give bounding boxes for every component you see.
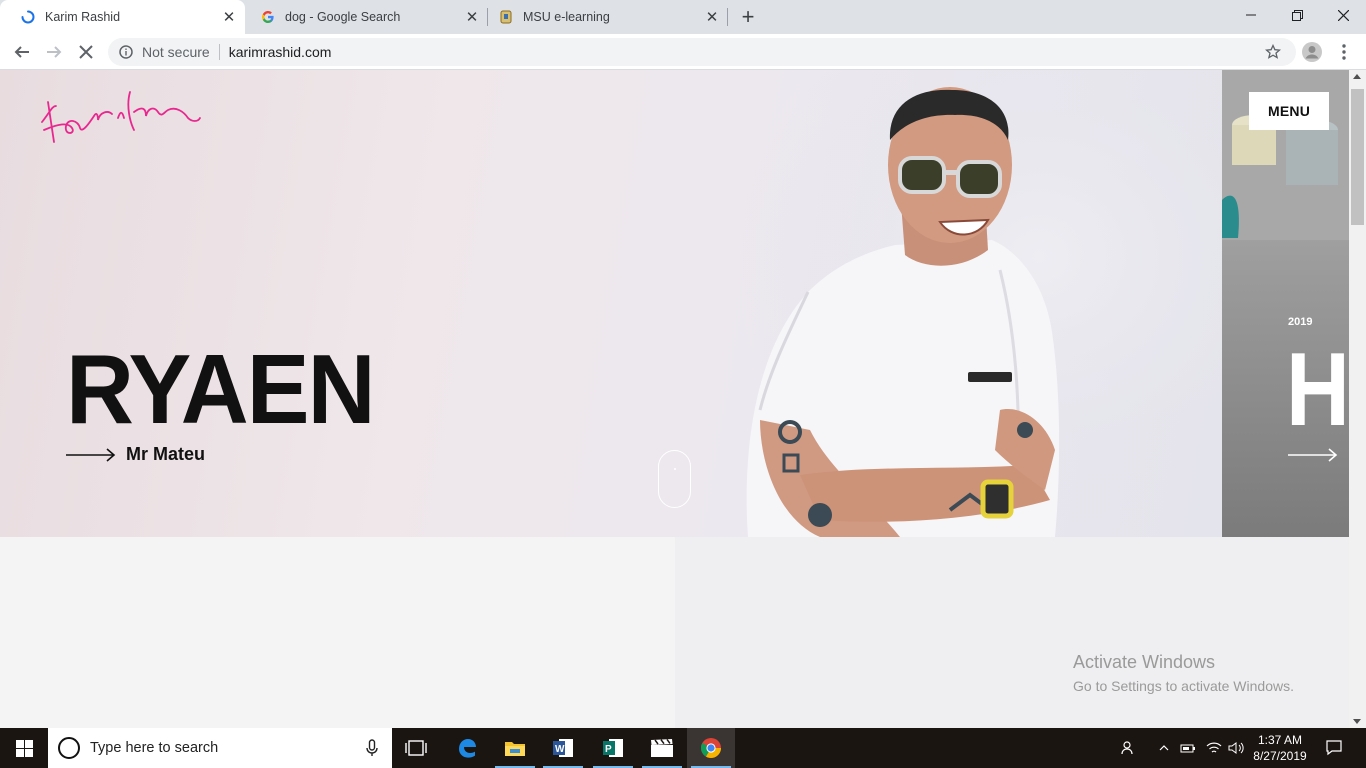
tab-title: dog - Google Search (285, 10, 401, 24)
windows-taskbar: Type here to search W P 1:37 AM 8/27/201… (0, 728, 1366, 768)
content-panel-left (0, 537, 675, 728)
watermark-title: Activate Windows (1073, 652, 1216, 672)
hero-slide: RYAEN Mr Mateu (0, 70, 1222, 537)
forward-arrow-icon[interactable] (40, 38, 68, 66)
chrome-menu-icon[interactable] (1330, 38, 1358, 66)
volume-icon[interactable] (1226, 728, 1246, 768)
scroll-indicator[interactable] (658, 450, 691, 508)
slide-subtitle-link[interactable]: Mr Mateu (66, 444, 205, 465)
file-explorer-icon[interactable] (491, 728, 539, 768)
scrollbar-thumb[interactable] (1351, 89, 1364, 225)
tab-karim-rashid[interactable]: Karim Rashid ✕ (0, 0, 245, 34)
svg-text:W: W (555, 744, 565, 755)
task-view-icon[interactable] (392, 728, 440, 768)
taskbar-clock[interactable]: 1:37 AM 8/27/2019 (1250, 732, 1310, 764)
microphone-icon[interactable] (366, 739, 378, 762)
scroll-down-arrow-icon[interactable] (1353, 719, 1361, 724)
page-viewport: RYAEN Mr Mateu 2019 HE MENU Activate W (0, 70, 1349, 728)
right-arrow-icon (66, 447, 116, 462)
slide-subtitle: Mr Mateu (126, 444, 206, 464)
tab-title: MSU e-learning (523, 10, 610, 24)
karim-signature-logo[interactable] (38, 82, 202, 149)
loading-spinner-icon (20, 9, 36, 25)
address-divider (218, 44, 220, 60)
tab-msu-elearning[interactable]: MSU e-learning ✕ (488, 0, 728, 34)
word-icon[interactable]: W (539, 728, 587, 768)
windows-start-icon[interactable] (0, 728, 48, 768)
tab-title: Karim Rashid (45, 10, 121, 24)
activate-windows-watermark: Activate Windows Go to Settings to activ… (1073, 652, 1294, 694)
profile-avatar-icon[interactable] (1298, 38, 1326, 66)
content-panel-right (675, 537, 1349, 728)
svg-text:P: P (605, 744, 612, 755)
next-slide-title: HE (1286, 332, 1349, 448)
clock-date: 8/27/2019 (1253, 749, 1307, 763)
url-text[interactable]: karimrashid.com (229, 44, 332, 60)
tab-divider (727, 8, 728, 26)
close-tab-icon[interactable]: ✕ (704, 9, 720, 26)
info-icon[interactable] (118, 44, 134, 60)
watermark-subtitle: Go to Settings to activate Windows. (1073, 678, 1294, 694)
bookmark-star-icon[interactable] (1264, 43, 1282, 61)
address-bar[interactable]: Not secure karimrashid.com (108, 38, 1296, 66)
tab-dog-google-search[interactable]: dog - Google Search ✕ (248, 0, 488, 34)
people-icon[interactable] (1118, 728, 1140, 768)
google-g-icon (260, 9, 276, 25)
minimize-icon[interactable] (1228, 0, 1274, 30)
clock-time: 1:37 AM (1257, 733, 1303, 747)
page-scrollbar[interactable] (1349, 70, 1366, 728)
publisher-icon[interactable]: P (589, 728, 637, 768)
browser-toolbar: Not secure karimrashid.com (0, 34, 1366, 70)
action-center-icon[interactable] (1320, 728, 1348, 768)
tab-strip: Karim Rashid ✕ dog - Google Search ✕ MSU… (0, 0, 1366, 34)
next-slide-preview[interactable]: 2019 HE (1222, 70, 1349, 537)
chrome-icon[interactable] (687, 728, 735, 768)
next-slide-year: 2019 (1288, 316, 1313, 328)
designer-portrait (700, 70, 1222, 537)
stop-loading-icon[interactable] (72, 38, 100, 66)
edge-browser-icon[interactable] (443, 728, 491, 768)
close-window-icon[interactable] (1320, 0, 1366, 30)
security-label: Not secure (142, 44, 210, 60)
scroll-indicator-dot (674, 468, 676, 470)
cortana-icon (58, 737, 80, 759)
taskbar-search[interactable]: Type here to search (48, 728, 392, 768)
search-placeholder: Type here to search (90, 740, 219, 756)
msu-crest-icon (498, 9, 514, 25)
slide-title[interactable]: RYAEN (66, 340, 376, 438)
wifi-icon[interactable] (1204, 728, 1224, 768)
battery-icon[interactable] (1178, 728, 1198, 768)
close-tab-icon[interactable]: ✕ (221, 9, 237, 26)
back-arrow-icon[interactable] (8, 38, 36, 66)
video-editor-icon[interactable] (638, 728, 686, 768)
close-tab-icon[interactable]: ✕ (464, 9, 480, 26)
chevron-up-icon[interactable] (1156, 728, 1172, 768)
new-tab-icon[interactable]: + (736, 5, 760, 29)
scroll-up-arrow-icon[interactable] (1353, 74, 1361, 79)
menu-button[interactable]: MENU (1249, 92, 1329, 130)
right-arrow-icon (1288, 448, 1338, 462)
restore-icon[interactable] (1274, 0, 1320, 30)
